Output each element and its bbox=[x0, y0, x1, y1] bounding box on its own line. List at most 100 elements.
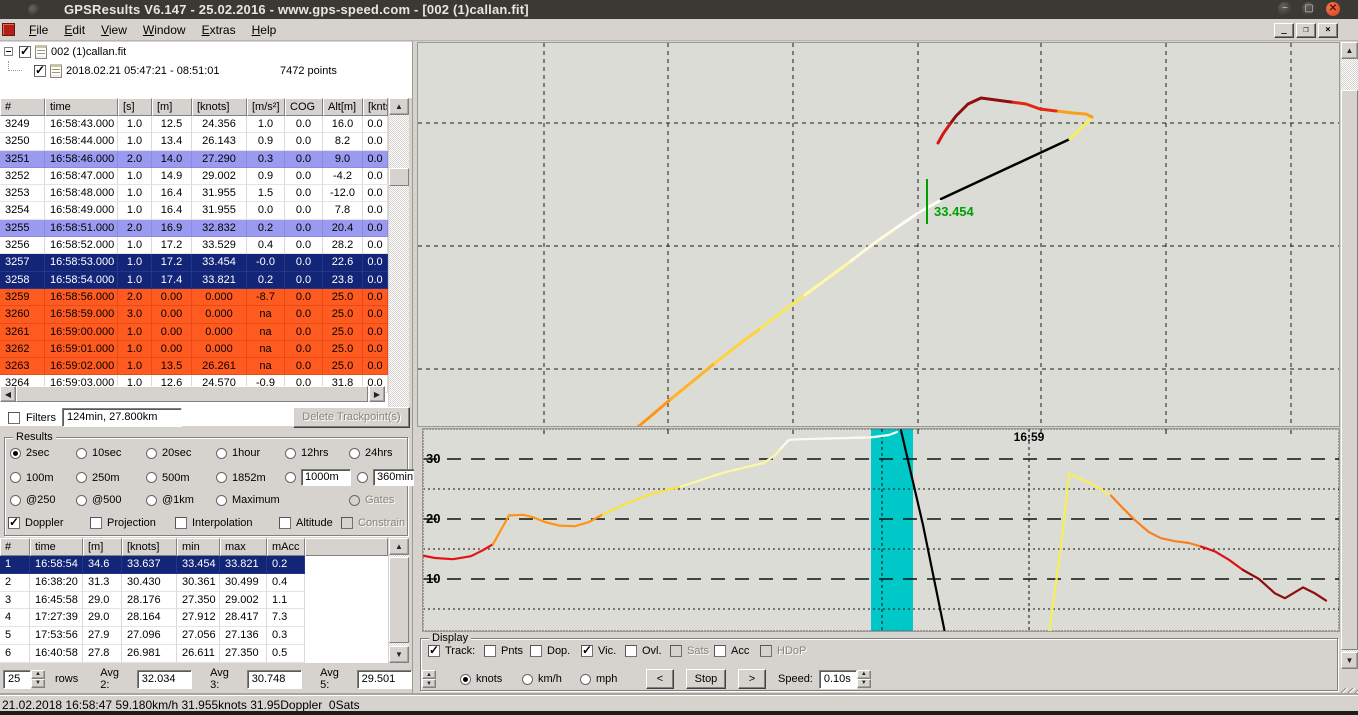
graph-spin-down[interactable]: ▼ bbox=[422, 679, 436, 688]
table-scroll-up-button[interactable]: ▲ bbox=[389, 98, 409, 115]
table-row[interactable]: 325416:58:49.0001.016.431.9550.00.07.80.… bbox=[0, 202, 388, 219]
1000m-radio[interactable] bbox=[285, 472, 296, 483]
results-scrollbar-thumb[interactable] bbox=[389, 557, 409, 643]
column-header[interactable]: mAcc bbox=[267, 538, 305, 556]
table-row[interactable]: 216:38:2031.330.43030.36130.4990.4 bbox=[0, 574, 388, 592]
column-header[interactable]: min bbox=[177, 538, 220, 556]
table-row[interactable]: 326216:59:01.0001.00.000.000na0.025.00.0 bbox=[0, 341, 388, 358]
projection-checkbox[interactable] bbox=[90, 517, 102, 529]
rows-count-input[interactable]: 25 bbox=[3, 670, 31, 689]
sats-checkbox[interactable] bbox=[670, 645, 682, 657]
rows-spin-up[interactable]: ▲ bbox=[31, 670, 45, 679]
table-scrollbar-track[interactable] bbox=[389, 115, 409, 409]
interpolation-checkbox[interactable] bbox=[175, 517, 187, 529]
column-header[interactable]: time bbox=[30, 538, 83, 556]
km-h-radio[interactable] bbox=[522, 674, 533, 685]
right-scroll-down-button[interactable]: ▼ bbox=[1341, 652, 1358, 669]
table-row[interactable]: 326316:59:02.0001.013.526.261na0.025.00.… bbox=[0, 358, 388, 375]
table-scroll-left-button[interactable]: ◀ bbox=[0, 386, 16, 402]
mph-radio[interactable] bbox=[580, 674, 591, 685]
column-header[interactable]: # bbox=[0, 98, 45, 116]
tree-session-row[interactable]: 2018.02.21 05:47:21 - 08:51:01 7472 poin… bbox=[0, 61, 412, 80]
table-row[interactable]: 325216:58:47.0001.014.929.0020.90.0-4.20… bbox=[0, 168, 388, 185]
right-scroll-up-button[interactable]: ▲ bbox=[1341, 42, 1358, 59]
ovl--checkbox[interactable] bbox=[625, 645, 637, 657]
altitude-checkbox[interactable] bbox=[279, 517, 291, 529]
column-header[interactable]: max bbox=[220, 538, 267, 556]
100m-radio[interactable] bbox=[10, 472, 21, 483]
table-row[interactable]: 417:27:3929.028.16427.91228.4177.3 bbox=[0, 609, 388, 627]
column-header[interactable]: time bbox=[45, 98, 118, 116]
step-forward-button[interactable]: > bbox=[738, 669, 766, 689]
table-row[interactable]: 326116:59:00.0001.00.000.000na0.025.00.0 bbox=[0, 324, 388, 341]
10sec-radio[interactable] bbox=[76, 448, 87, 459]
tree-session-label[interactable]: 2018.02.21 05:47:21 - 08:51:01 bbox=[66, 65, 220, 77]
avg2-value[interactable]: 32.034 bbox=[137, 670, 192, 689]
table-row[interactable]: 325016:58:44.0001.013.426.1430.90.08.20.… bbox=[0, 133, 388, 150]
rows-spin-down[interactable]: ▼ bbox=[31, 679, 45, 688]
12hrs-radio[interactable] bbox=[285, 448, 296, 459]
tree-root-label[interactable]: 002 (1)callan.fit bbox=[51, 46, 126, 58]
table-row[interactable]: 517:53:5627.927.09627.05627.1360.3 bbox=[0, 627, 388, 645]
table-row[interactable]: 325316:58:48.0001.016.431.9551.50.0-12.0… bbox=[0, 185, 388, 202]
doppler-checkbox[interactable] bbox=[8, 517, 20, 529]
table-row[interactable]: 616:40:5827.826.98126.61127.3500.5 bbox=[0, 645, 388, 663]
column-header[interactable]: [m] bbox=[152, 98, 192, 116]
table-hscrollbar-thumb[interactable] bbox=[16, 386, 368, 402]
dop--checkbox[interactable] bbox=[530, 645, 542, 657]
tree-root-checkbox[interactable] bbox=[19, 46, 31, 58]
menu-edit[interactable]: Edit bbox=[56, 20, 93, 40]
column-header[interactable]: [knts] bbox=[363, 98, 388, 116]
menu-file[interactable]: File bbox=[21, 20, 56, 40]
hdop-checkbox[interactable] bbox=[760, 645, 772, 657]
24hrs-radio[interactable] bbox=[349, 448, 360, 459]
gates-radio[interactable] bbox=[349, 495, 360, 506]
menu-help[interactable]: Help bbox=[244, 20, 285, 40]
table-row[interactable]: 325516:58:51.0002.016.932.8320.20.020.40… bbox=[0, 220, 388, 237]
minimize-button[interactable]: − bbox=[1278, 2, 1292, 16]
speed-interval-input[interactable]: 0.10s bbox=[819, 670, 857, 689]
1000m-input[interactable]: 1000m bbox=[301, 469, 351, 486]
step-back-button[interactable]: < bbox=[646, 669, 674, 689]
column-header[interactable]: [knots] bbox=[122, 538, 177, 556]
table-row[interactable]: 325616:58:52.0001.017.233.5290.40.028.20… bbox=[0, 237, 388, 254]
tree-root-row[interactable]: 002 (1)callan.fit bbox=[0, 42, 412, 61]
results-scroll-up-button[interactable]: ▲ bbox=[389, 538, 409, 555]
mdi-minimize-button[interactable]: _ bbox=[1274, 23, 1294, 38]
250m-radio[interactable] bbox=[76, 472, 87, 483]
column-header[interactable]: [knots] bbox=[192, 98, 247, 116]
column-header[interactable]: [s] bbox=[118, 98, 152, 116]
right-scrollbar-thumb[interactable] bbox=[1341, 90, 1358, 650]
table-row[interactable]: 325716:58:53.0001.017.233.454-0.00.022.6… bbox=[0, 254, 388, 271]
menu-view[interactable]: View bbox=[93, 20, 135, 40]
table-row[interactable]: 326016:58:59.0003.00.000.000na0.025.00.0 bbox=[0, 306, 388, 323]
document-window-icon[interactable] bbox=[2, 23, 15, 36]
filters-checkbox[interactable] bbox=[8, 412, 20, 424]
500m-radio[interactable] bbox=[146, 472, 157, 483]
vic--checkbox[interactable] bbox=[581, 645, 593, 657]
menu-window[interactable]: Window bbox=[135, 20, 194, 40]
mdi-close-button[interactable]: × bbox=[1318, 23, 1338, 38]
column-header[interactable]: Alt[m] bbox=[323, 98, 363, 116]
1hour-radio[interactable] bbox=[216, 448, 227, 459]
tree-session-checkbox[interactable] bbox=[34, 65, 46, 77]
delete-trackpoints-button[interactable]: Delete Trackpoint(s) bbox=[293, 407, 410, 428]
results-scroll-down-button[interactable]: ▼ bbox=[389, 646, 409, 663]
stop-button[interactable]: Stop bbox=[686, 669, 726, 689]
speed-spin-down[interactable]: ▼ bbox=[857, 679, 871, 688]
360min-radio[interactable] bbox=[357, 472, 368, 483]
table-row[interactable]: 325116:58:46.0002.014.027.2900.30.09.00.… bbox=[0, 151, 388, 168]
-250-radio[interactable] bbox=[10, 495, 21, 506]
360min-input[interactable]: 360min bbox=[373, 469, 419, 486]
table-scroll-right-button[interactable]: ▶ bbox=[369, 386, 385, 402]
knots-radio[interactable] bbox=[460, 674, 471, 685]
table-row[interactable]: 325816:58:54.0001.017.433.8210.20.023.80… bbox=[0, 272, 388, 289]
maximum-radio[interactable] bbox=[216, 495, 227, 506]
-1km-radio[interactable] bbox=[146, 495, 157, 506]
column-header[interactable]: COG bbox=[285, 98, 323, 116]
speed-graph-plot[interactable]: 30201016:59 bbox=[422, 428, 1340, 632]
acc-checkbox[interactable] bbox=[714, 645, 726, 657]
close-button[interactable]: ✕ bbox=[1326, 2, 1340, 16]
graph-spin-up[interactable]: ▲ bbox=[422, 670, 436, 679]
-500-radio[interactable] bbox=[76, 495, 87, 506]
